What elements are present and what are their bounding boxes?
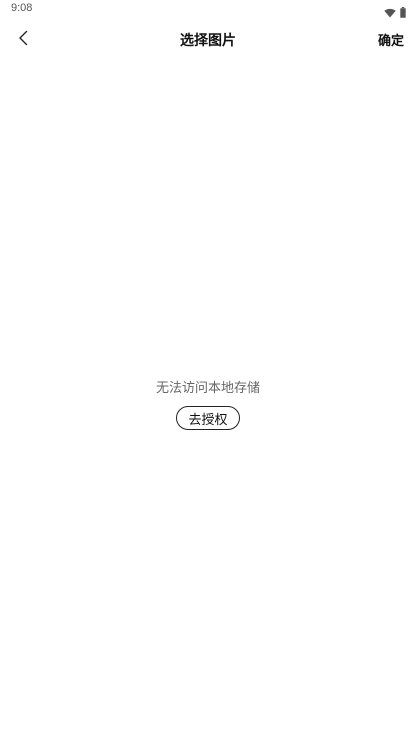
page-title: 选择图片	[180, 33, 236, 49]
empty-message: 无法访问本地存储	[155, 381, 260, 396]
status-icons	[384, 3, 406, 22]
empty-state: 无法访问本地存储 去授权	[0, 380, 416, 430]
header: 选择图片 确定	[0, 24, 416, 56]
battery-icon	[400, 3, 406, 22]
status-bar: 9:08	[0, 0, 416, 18]
status-time: 9:08	[11, 2, 33, 14]
authorize-button[interactable]: 去授权	[176, 406, 240, 430]
wifi-icon	[384, 3, 396, 22]
screen: 9:08 选择图片 确定 无法访问本地存储 去授权	[0, 0, 416, 740]
confirm-button[interactable]: 确定	[378, 30, 404, 49]
